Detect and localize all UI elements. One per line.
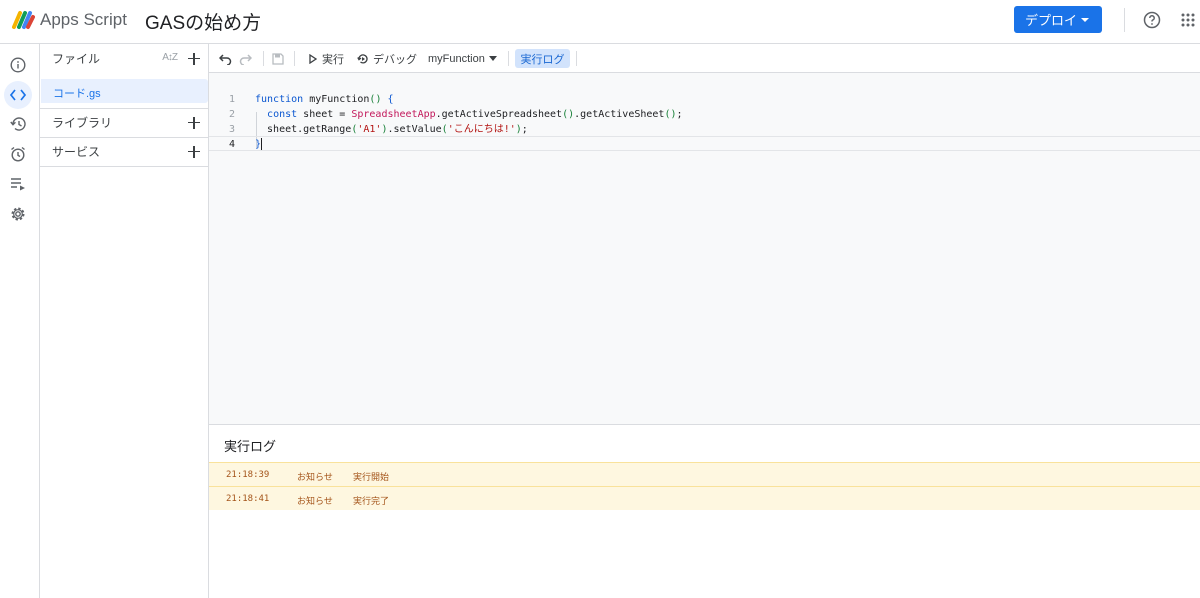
line-number: 1	[228, 94, 235, 105]
top-bar: Apps Script GASの始め方 デプロイ	[0, 0, 1200, 44]
editor-button[interactable]	[4, 81, 32, 109]
code-line: 2 const sheet = SpreadsheetApp.getActive…	[209, 107, 1200, 122]
help-icon[interactable]	[1143, 11, 1161, 29]
line-number: 4	[228, 139, 235, 150]
caret-down-icon	[488, 56, 497, 61]
overview-button[interactable]	[4, 51, 32, 79]
code-line: 3 sheet.getRange('A1').setValue('こんにちは!'…	[209, 122, 1200, 137]
debug-icon	[357, 53, 368, 64]
log-row: 21:18:41 お知らせ 実行完了	[209, 486, 1200, 510]
log-level: お知らせ	[297, 496, 333, 506]
alarm-icon	[11, 146, 25, 162]
log-time: 21:18:41	[226, 494, 270, 504]
code-text: const sheet = SpreadsheetApp.getActiveSp…	[267, 109, 683, 120]
line-number: 3	[228, 124, 235, 135]
app-name: Apps Script	[40, 10, 127, 29]
project-title[interactable]: GASの始め方	[145, 8, 261, 35]
save-button[interactable]	[272, 44, 284, 73]
executions-button[interactable]	[4, 170, 32, 198]
code-icon	[10, 89, 26, 101]
apps-grid-icon[interactable]	[1181, 13, 1195, 27]
executions-icon	[11, 178, 25, 191]
services-row: サービス	[40, 137, 208, 166]
redo-icon	[239, 53, 252, 65]
function-select[interactable]: myFunction	[428, 44, 497, 73]
add-service-icon[interactable]	[188, 145, 200, 158]
project-history-button[interactable]	[4, 110, 32, 138]
log-time: 21:18:39	[226, 470, 270, 480]
services-label: サービス	[52, 145, 101, 159]
files-header-label: ファイル	[52, 52, 101, 66]
run-label: 実行	[322, 53, 344, 66]
redo-button[interactable]	[239, 44, 252, 73]
execution-log-panel: 実行ログ 21:18:39 お知らせ 実行開始 21:18:41 お知らせ 実行…	[209, 424, 1200, 598]
deploy-button[interactable]: デプロイ	[1014, 6, 1102, 33]
editor-toolbar: 実行 デバッグ myFunction 実行ログ	[209, 44, 1200, 73]
info-icon	[10, 57, 26, 73]
left-rail	[0, 44, 40, 598]
add-file-icon[interactable]	[188, 52, 200, 65]
log-level: お知らせ	[297, 472, 333, 482]
log-row: 21:18:39 お知らせ 実行開始	[209, 462, 1200, 486]
code-line-current: 4 }	[209, 136, 1200, 151]
deploy-button-label: デプロイ	[1025, 13, 1078, 28]
files-panel: ファイル A↕Z コード.gs ライブラリ サービス	[40, 44, 209, 598]
files-header: ファイル A↕Z	[40, 44, 208, 73]
debug-button[interactable]: デバッグ	[357, 44, 417, 73]
undo-button[interactable]	[219, 44, 232, 73]
undo-icon	[219, 53, 232, 65]
caret-down-icon	[1081, 18, 1089, 22]
apps-script-logo[interactable]	[11, 9, 35, 31]
project-settings-button[interactable]	[4, 200, 32, 228]
run-button[interactable]: 実行	[309, 44, 344, 73]
play-icon	[309, 53, 317, 64]
libraries-label: ライブラリ	[52, 116, 113, 130]
save-icon	[272, 52, 284, 65]
triggers-button[interactable]	[4, 140, 32, 168]
settings-icon	[11, 207, 25, 221]
add-library-icon[interactable]	[188, 116, 200, 129]
code-line: 1 function myFunction() {	[209, 92, 1200, 107]
divider	[576, 51, 577, 66]
file-item-label: コード.gs	[53, 88, 101, 100]
log-message: 実行完了	[353, 496, 390, 506]
code-text: function myFunction() {	[255, 94, 394, 105]
log-title: 実行ログ	[224, 439, 277, 454]
line-number: 2	[228, 109, 235, 120]
libraries-row: ライブラリ	[40, 108, 208, 137]
sort-az-icon[interactable]: A↕Z	[162, 52, 178, 63]
file-item[interactable]: コード.gs	[41, 79, 208, 103]
debug-label: デバッグ	[373, 53, 417, 66]
divider	[263, 51, 264, 66]
code-text: sheet.getRange('A1').setValue('こんにちは!');	[255, 124, 528, 135]
divider	[294, 51, 295, 66]
divider	[508, 51, 509, 66]
divider	[40, 166, 208, 167]
code-text: }	[255, 138, 263, 150]
function-select-value: myFunction	[428, 52, 485, 65]
history-icon	[9, 117, 26, 131]
code-editor[interactable]: 1 function myFunction() { 2 const sheet …	[209, 73, 1200, 424]
header-divider	[1124, 8, 1125, 32]
log-message: 実行開始	[353, 472, 390, 482]
execution-log-toggle[interactable]: 実行ログ	[515, 49, 570, 68]
